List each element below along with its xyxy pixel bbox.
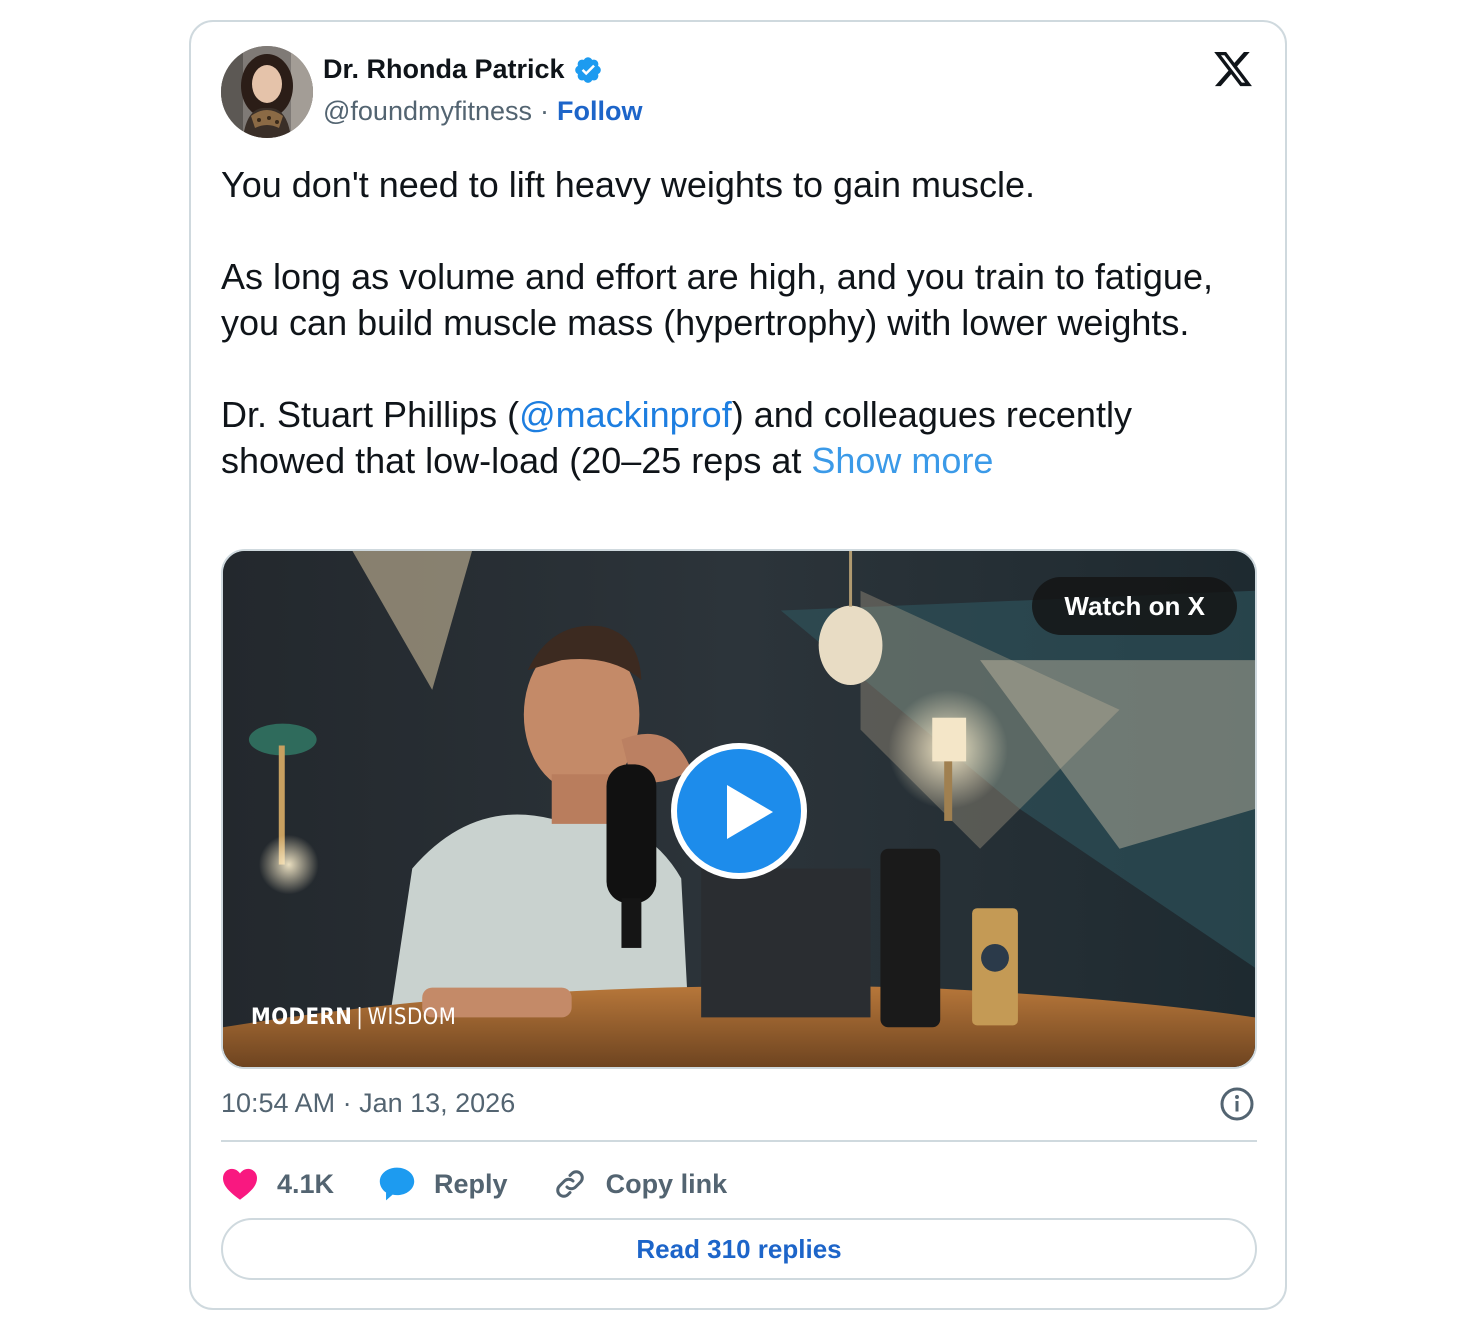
like-button[interactable]: 4.1K [221,1167,334,1201]
author-handle[interactable]: @foundmyfitness [323,96,532,127]
verified-badge-icon [574,56,601,83]
reply-bubble-icon [379,1167,415,1201]
show-more-link[interactable]: Show more [811,440,993,481]
handle-separator: · [540,96,549,126]
tweet-paragraph: You don't need to lift heavy weights to … [221,164,1036,205]
tweet-text-segment: Dr. Stuart Phillips ( [221,394,520,435]
action-bar: 4.1K Reply Copy link [221,1162,771,1206]
heart-icon [223,1168,257,1200]
divider [221,1140,1257,1142]
x-logo-icon[interactable] [1211,48,1255,90]
watermark-separator: | [356,1005,364,1030]
tweet-text: You don't need to lift heavy weights to … [221,162,1261,484]
like-count: 4.1K [277,1168,335,1199]
link-icon [555,1170,584,1198]
read-replies-button[interactable]: Read 310 replies [221,1218,1257,1280]
info-icon[interactable] [1219,1086,1255,1122]
reply-label: Reply [434,1168,508,1199]
watermark-text: WISDOM [367,1005,457,1030]
mention-link[interactable]: @mackinprof [519,394,732,435]
avatar[interactable] [221,46,313,138]
video-player[interactable]: Watch on X MODERN | WISDOM [221,549,1257,1069]
tweet-embed-card: Dr. Rhonda Patrick @foundmyfitness · Fol… [189,20,1287,1310]
play-icon[interactable] [671,743,807,879]
copy-link-button[interactable]: Copy link [552,1166,728,1202]
watch-on-x-button[interactable]: Watch on X [1032,577,1237,635]
author-display-name[interactable]: Dr. Rhonda Patrick [323,54,565,85]
reply-button[interactable]: Reply [378,1166,508,1202]
follow-button[interactable]: Follow [557,96,642,127]
tweet-paragraph: Dr. Stuart Phillips (@mackinprof) and co… [221,392,1261,484]
tweet-timestamp[interactable]: 10:54 AM · Jan 13, 2026 [221,1088,515,1119]
copy-link-label: Copy link [605,1168,728,1199]
video-watermark: MODERN | WISDOM [251,1005,456,1030]
tweet-paragraph: As long as volume and effort are high, a… [221,256,1213,343]
watermark-text: MODERN [251,1005,353,1030]
